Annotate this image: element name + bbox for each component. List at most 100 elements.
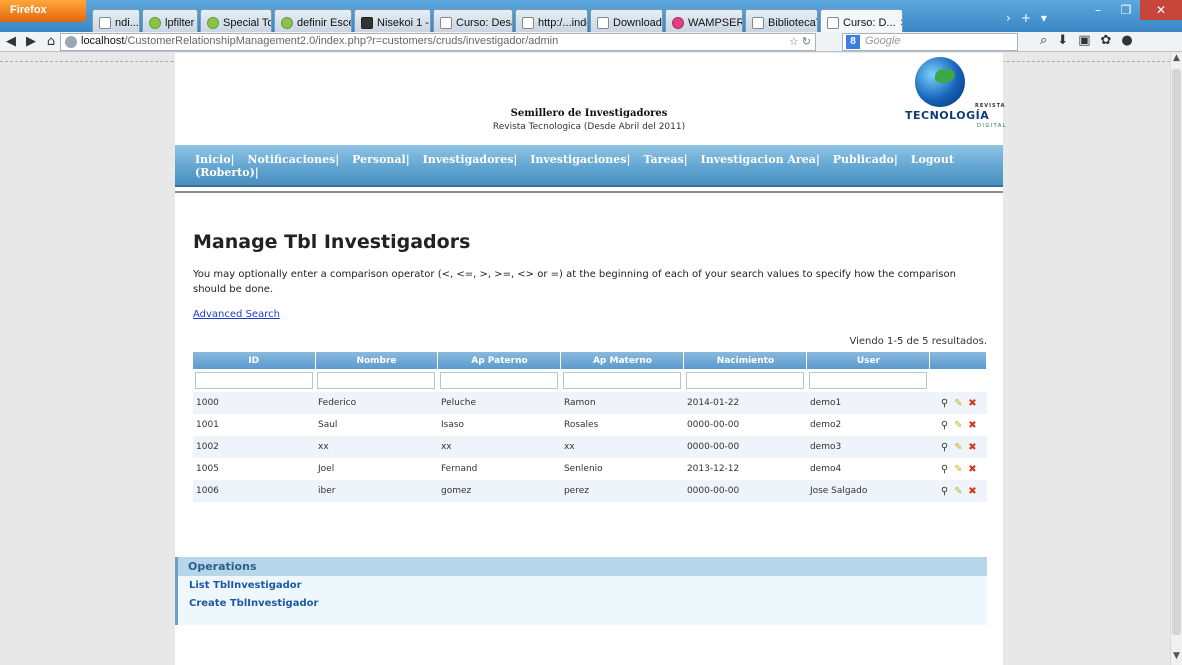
search-engine-icon[interactable]: 8 [846, 35, 860, 49]
view-icon[interactable]: ⚲ [939, 420, 951, 431]
scroll-thumb[interactable] [1172, 69, 1181, 635]
tab-10[interactable]: Curso: D... ✕ [820, 9, 903, 32]
menu-item-0[interactable]: Inicio| [195, 153, 235, 166]
menu-item-6[interactable]: Investigacion Area| [701, 153, 820, 166]
menu-item-4[interactable]: Investigaciones| [530, 153, 630, 166]
filter-input-3[interactable] [562, 372, 681, 389]
close-window-icon[interactable]: ✕ [1140, 0, 1182, 20]
vertical-scrollbar[interactable]: ▲ ▼ [1170, 53, 1182, 665]
tab-2[interactable]: Special Topi... [200, 9, 272, 32]
delete-icon[interactable]: ✖ [967, 486, 979, 497]
screenshot-icon[interactable]: ▣ [1078, 33, 1090, 48]
search-bar[interactable]: 8 Google [842, 33, 1018, 51]
table-cell: demo3 [806, 436, 930, 458]
table-cell: 1001 [193, 414, 315, 436]
filter-input-2[interactable] [439, 372, 558, 389]
restore-icon[interactable]: ❐ [1112, 0, 1140, 20]
search-placeholder: Google [865, 35, 901, 47]
list-all-tabs-icon[interactable]: ▾ [1041, 11, 1047, 25]
delete-icon[interactable]: ✖ [967, 464, 979, 475]
filter-input-0[interactable] [195, 372, 313, 389]
column-header-0[interactable]: ID [193, 352, 316, 369]
site-identity-icon[interactable] [65, 36, 77, 48]
new-tab-icon[interactable]: + [1021, 11, 1031, 25]
table-cell: 1002 [193, 436, 315, 458]
tab-1[interactable]: lpfilter in ev... [142, 9, 198, 32]
tab-4[interactable]: Nisekoi 1 - ... [354, 9, 431, 32]
table-cell: 0000-00-00 [683, 436, 807, 458]
filter-input-5[interactable] [808, 372, 927, 389]
tab-label: Download F... [613, 17, 662, 29]
tab-close-icon[interactable]: ✕ [900, 18, 902, 29]
edit-icon[interactable]: ✎ [953, 486, 965, 497]
download-icon[interactable]: ⬇ [1057, 33, 1068, 48]
filter-input-1[interactable] [317, 372, 435, 389]
menu-item-1[interactable]: Notificaciones| [247, 153, 339, 166]
delete-icon[interactable]: ✖ [967, 398, 979, 409]
advanced-search-link[interactable]: Advanced Search [193, 309, 989, 320]
table-cell: demo1 [806, 392, 930, 414]
forward-icon[interactable]: ▶ [22, 33, 40, 51]
address-bar[interactable]: localhost/CustomerRelationshipManagement… [60, 33, 816, 51]
filter-input-4[interactable] [685, 372, 804, 389]
table-cell: perez [560, 480, 684, 502]
column-header-2[interactable]: Ap Paterno [437, 352, 562, 369]
reload-icon[interactable]: ↻ [802, 36, 811, 48]
operation-link-1[interactable]: Create TblInvestigador [189, 594, 987, 612]
filter-cell-actions [929, 369, 987, 392]
wamp-icon [672, 17, 684, 29]
tab-3[interactable]: definir Esce... [274, 9, 352, 32]
results-summary: Viendo 1-5 de 5 resultados. [849, 336, 987, 347]
addon-icon[interactable]: ✿ [1100, 33, 1111, 48]
column-header-4[interactable]: Nacimiento [683, 352, 808, 369]
site-header: Semillero de Investigadores Revista Tecn… [175, 53, 1006, 145]
minimize-icon[interactable]: – [1084, 0, 1112, 20]
row-actions: ⚲ ✎ ✖ [929, 436, 987, 458]
delete-icon[interactable]: ✖ [967, 420, 979, 431]
bookmark-star-icon[interactable]: ☆ [789, 36, 799, 48]
investigadores-grid: ID Nombre Ap Paterno Ap Materno Nacimiento Us… [193, 352, 987, 502]
scroll-down-icon[interactable]: ▼ [1171, 651, 1182, 665]
table-cell: 0000-00-00 [683, 414, 807, 436]
edit-icon[interactable]: ✎ [953, 420, 965, 431]
menu-item-5[interactable]: Tareas| [643, 153, 687, 166]
tab-0[interactable]: ndi... [92, 9, 140, 32]
edit-icon[interactable]: ✎ [953, 398, 965, 409]
edit-icon[interactable]: ✎ [953, 464, 965, 475]
table-cell: 2013-12-12 [683, 458, 807, 480]
tab-scroll-right-icon[interactable]: › [1006, 11, 1011, 25]
operation-link-0[interactable]: List TblInvestigador [189, 576, 987, 594]
adblock-icon[interactable]: ● [1121, 33, 1132, 48]
home-icon[interactable]: ⌂ [42, 33, 60, 51]
column-header-1[interactable]: Nombre [315, 352, 439, 369]
edit-icon[interactable]: ✎ [953, 442, 965, 453]
table-cell: Senlenio [560, 458, 684, 480]
page-icon [440, 17, 452, 29]
view-icon[interactable]: ⚲ [939, 486, 951, 497]
tab-6[interactable]: http:/...index [515, 9, 588, 32]
delete-icon[interactable]: ✖ [967, 442, 979, 453]
yahoo-answers-icon [149, 17, 161, 29]
table-cell: Saul [315, 414, 438, 436]
tab-label: Curso: Desa... [456, 17, 512, 29]
globe-icon [915, 57, 965, 107]
tab-5[interactable]: Curso: Desa... [433, 9, 513, 32]
tab-7[interactable]: Download F... [590, 9, 663, 32]
tab-label: definir Esce... [297, 17, 351, 29]
view-icon[interactable]: ⚲ [939, 442, 951, 453]
view-icon[interactable]: ⚲ [939, 464, 951, 475]
menu-item-2[interactable]: Personal| [352, 153, 410, 166]
back-icon[interactable]: ◀ [2, 33, 20, 51]
tab-9[interactable]: BibliotecaT... [745, 9, 818, 32]
firefox-menu-button[interactable]: Firefox [0, 0, 86, 22]
column-header-3[interactable]: Ap Materno [560, 352, 685, 369]
column-header-5[interactable]: User [806, 352, 931, 369]
tab-8[interactable]: WAMPSERV... [665, 9, 743, 32]
view-icon[interactable]: ⚲ [939, 398, 951, 409]
search-icon[interactable]: ⌕ [1040, 33, 1047, 48]
menu-item-7[interactable]: Publicado| [833, 153, 898, 166]
menu-separator [175, 191, 1003, 193]
row-actions: ⚲ ✎ ✖ [929, 414, 987, 436]
menu-item-3[interactable]: Investigadores| [423, 153, 518, 166]
scroll-up-icon[interactable]: ▲ [1171, 53, 1182, 67]
